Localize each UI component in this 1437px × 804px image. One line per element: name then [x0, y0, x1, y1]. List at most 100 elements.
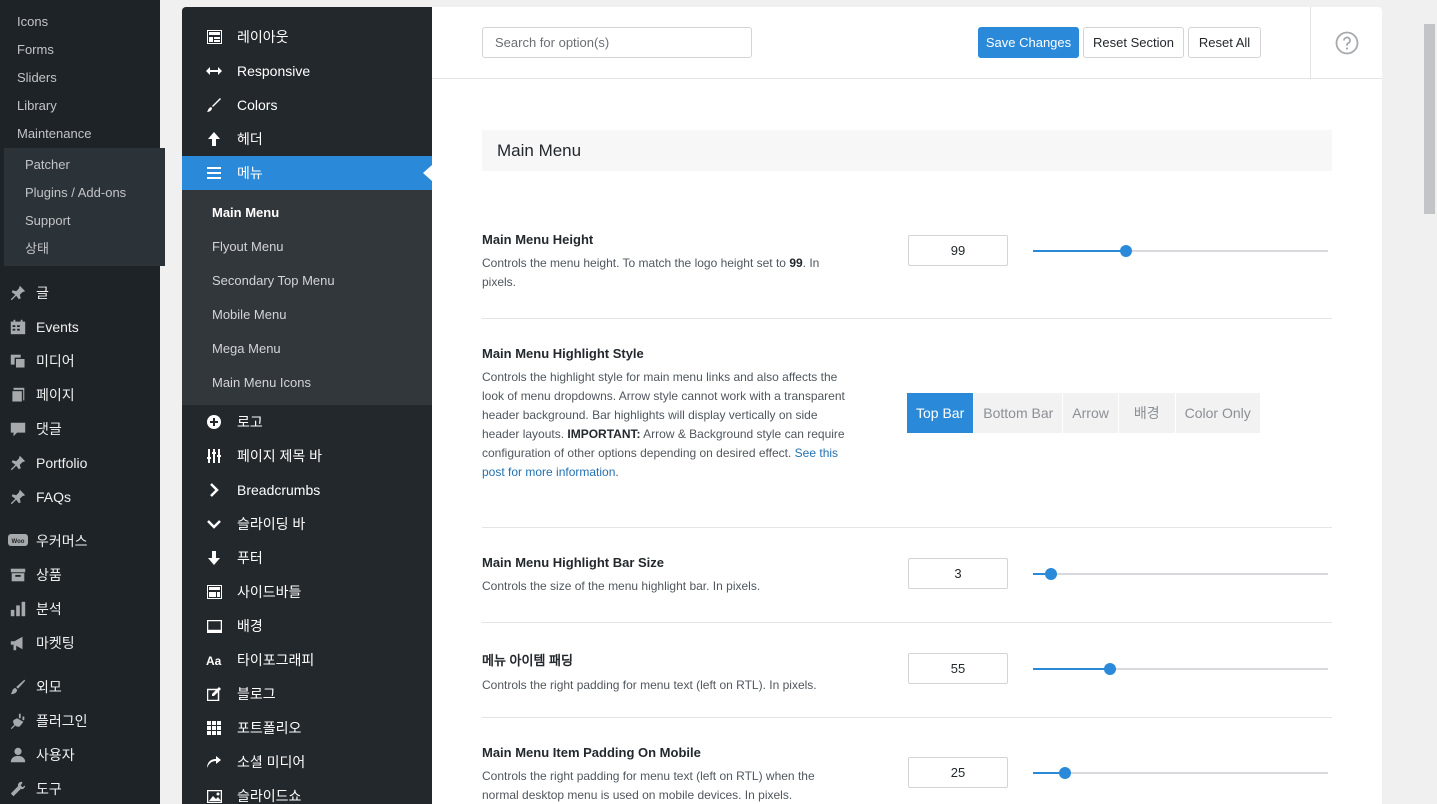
wp-flyout-patcher[interactable]: Patcher: [4, 151, 165, 179]
option-description: Controls the right padding for menu text…: [482, 769, 815, 802]
wp-menu-label: 미디어: [36, 353, 75, 369]
wp-menu-posts[interactable]: 글: [0, 276, 160, 310]
nav-item-slideshow[interactable]: 슬라이드쇼: [182, 779, 432, 804]
nav-sub-main-menu-icons[interactable]: Main Menu Icons: [182, 366, 432, 400]
wp-menu-separator: [0, 660, 160, 670]
wp-menu-analytics[interactable]: 분석: [0, 592, 160, 626]
option-mobile-item-padding: Main Menu Item Padding On Mobile Control…: [482, 718, 1332, 804]
wp-flyout-support[interactable]: Support: [4, 207, 165, 235]
padding-slider[interactable]: [1033, 663, 1328, 675]
search-input[interactable]: [482, 27, 752, 58]
nav-item-sliding-bar[interactable]: 슬라이딩 바: [182, 507, 432, 541]
megaphone-icon: [8, 633, 28, 653]
wp-menu-woocommerce[interactable]: Woo 우커머스: [0, 524, 160, 558]
nav-item-page-title-bar[interactable]: 페이지 제목 바: [182, 439, 432, 473]
woo-icon: Woo: [8, 531, 28, 551]
wp-menu-label: 상품: [36, 567, 62, 583]
wp-submenu-icons[interactable]: Icons: [0, 8, 160, 36]
wp-flyout-plugins[interactable]: Plugins / Add-ons: [4, 179, 165, 207]
choice-background[interactable]: 배경: [1118, 393, 1176, 433]
wp-submenu-top: Icons Forms Sliders Library Maintenance: [0, 0, 160, 148]
nav-item-footer[interactable]: 푸터: [182, 541, 432, 575]
page-scrollbar[interactable]: [1422, 22, 1437, 804]
nav-item-social-media[interactable]: 소셜 미디어: [182, 745, 432, 779]
bar-size-value-field[interactable]: 3: [908, 558, 1008, 589]
archive-icon: [8, 565, 28, 585]
wp-menu-label: 댓글: [36, 421, 62, 437]
pin-icon: [8, 283, 28, 303]
wp-submenu-forms[interactable]: Forms: [0, 36, 160, 64]
nav-item-breadcrumbs[interactable]: Breadcrumbs: [182, 473, 432, 507]
image-icon: [206, 788, 222, 804]
reset-section-button[interactable]: Reset Section: [1083, 27, 1184, 58]
nav-item-typography[interactable]: Aa 타이포그래피: [182, 643, 432, 677]
wp-menu-label: 외모: [36, 679, 62, 695]
choice-top-bar[interactable]: Top Bar: [907, 393, 975, 433]
wp-menu-products[interactable]: 상품: [0, 558, 160, 592]
choice-color-only[interactable]: Color Only: [1175, 393, 1261, 433]
wp-submenu-maintenance[interactable]: Maintenance: [0, 120, 160, 148]
wp-submenu-library[interactable]: Library: [0, 92, 160, 120]
height-slider[interactable]: [1033, 245, 1328, 257]
wp-menu-users[interactable]: 사용자: [0, 738, 160, 772]
wp-menu-label: 페이지: [36, 387, 75, 403]
edit-icon: [206, 686, 222, 702]
nav-sub-flyout-menu[interactable]: Flyout Menu: [182, 230, 432, 264]
wp-menu-label: 마켓팅: [36, 635, 75, 651]
nav-item-label: 로고: [237, 414, 263, 430]
nav-item-sidebars[interactable]: 사이드바들: [182, 575, 432, 609]
nav-sub-mobile-menu[interactable]: Mobile Menu: [182, 298, 432, 332]
nav-item-logo[interactable]: 로고: [182, 405, 432, 439]
wp-menu-comments[interactable]: 댓글: [0, 412, 160, 446]
nav-item-label: 배경: [237, 618, 263, 634]
nav-item-blog[interactable]: 블로그: [182, 677, 432, 711]
choice-bottom-bar[interactable]: Bottom Bar: [974, 393, 1064, 433]
save-changes-button[interactable]: Save Changes: [978, 27, 1079, 58]
nav-sub-secondary-top-menu[interactable]: Secondary Top Menu: [182, 264, 432, 298]
wp-menu-label: 사용자: [36, 747, 75, 763]
height-value-field[interactable]: 99: [908, 235, 1008, 266]
wp-menu-label: 우커머스: [36, 533, 88, 549]
nav-item-header[interactable]: 헤더: [182, 122, 432, 156]
nav-item-background[interactable]: 배경: [182, 609, 432, 643]
wp-menu-events[interactable]: Events: [0, 310, 160, 344]
wp-menu-faqs[interactable]: FAQs: [0, 480, 160, 514]
nav-item-portfolio[interactable]: 포트폴리오: [182, 711, 432, 745]
slider-handle[interactable]: [1120, 245, 1132, 257]
nav-sub-mega-menu[interactable]: Mega Menu: [182, 332, 432, 366]
nav-submenu: Main Menu Flyout Menu Secondary Top Menu…: [182, 190, 432, 405]
wp-menu-media[interactable]: 미디어: [0, 344, 160, 378]
wp-flyout-status[interactable]: 상태: [4, 235, 165, 263]
grid-icon: [206, 720, 222, 736]
wp-menu-pages[interactable]: 페이지: [0, 378, 160, 412]
wp-menu-marketing[interactable]: 마켓팅: [0, 626, 160, 660]
nav-item-layout[interactable]: 레이아웃: [182, 20, 432, 54]
choice-arrow[interactable]: Arrow: [1063, 393, 1119, 433]
brush-icon: [8, 677, 28, 697]
slider-handle[interactable]: [1104, 663, 1116, 675]
wp-menu-portfolio[interactable]: Portfolio: [0, 446, 160, 480]
wp-menu-tools[interactable]: 도구: [0, 772, 160, 804]
slider-handle[interactable]: [1059, 767, 1071, 779]
wp-menu-label: 플러그인: [36, 713, 88, 729]
help-button[interactable]: [1310, 7, 1382, 79]
nav-sub-main-menu[interactable]: Main Menu: [182, 196, 432, 230]
wp-flyout-menu: Patcher Plugins / Add-ons Support 상태: [4, 148, 165, 266]
nav-item-colors[interactable]: Colors: [182, 88, 432, 122]
wp-submenu-sliders[interactable]: Sliders: [0, 64, 160, 92]
nav-item-label: 레이아웃: [237, 29, 289, 45]
slider-handle[interactable]: [1045, 568, 1057, 580]
mobile-padding-value-field[interactable]: 25: [908, 757, 1008, 788]
nav-item-responsive[interactable]: Responsive: [182, 54, 432, 88]
wp-menu-plugins[interactable]: 플러그인: [0, 704, 160, 738]
mobile-padding-slider[interactable]: [1033, 767, 1328, 779]
bar-size-slider[interactable]: [1033, 568, 1328, 580]
nav-item-label: Responsive: [237, 63, 311, 79]
wp-menu-appearance[interactable]: 외모: [0, 670, 160, 704]
reset-all-button[interactable]: Reset All: [1188, 27, 1261, 58]
nav-item-menu[interactable]: 메뉴: [182, 156, 432, 190]
nav-item-label: 포트폴리오: [237, 720, 302, 736]
scrollbar-thumb[interactable]: [1424, 24, 1435, 214]
plug-icon: [8, 711, 28, 731]
padding-value-field[interactable]: 55: [908, 653, 1008, 684]
